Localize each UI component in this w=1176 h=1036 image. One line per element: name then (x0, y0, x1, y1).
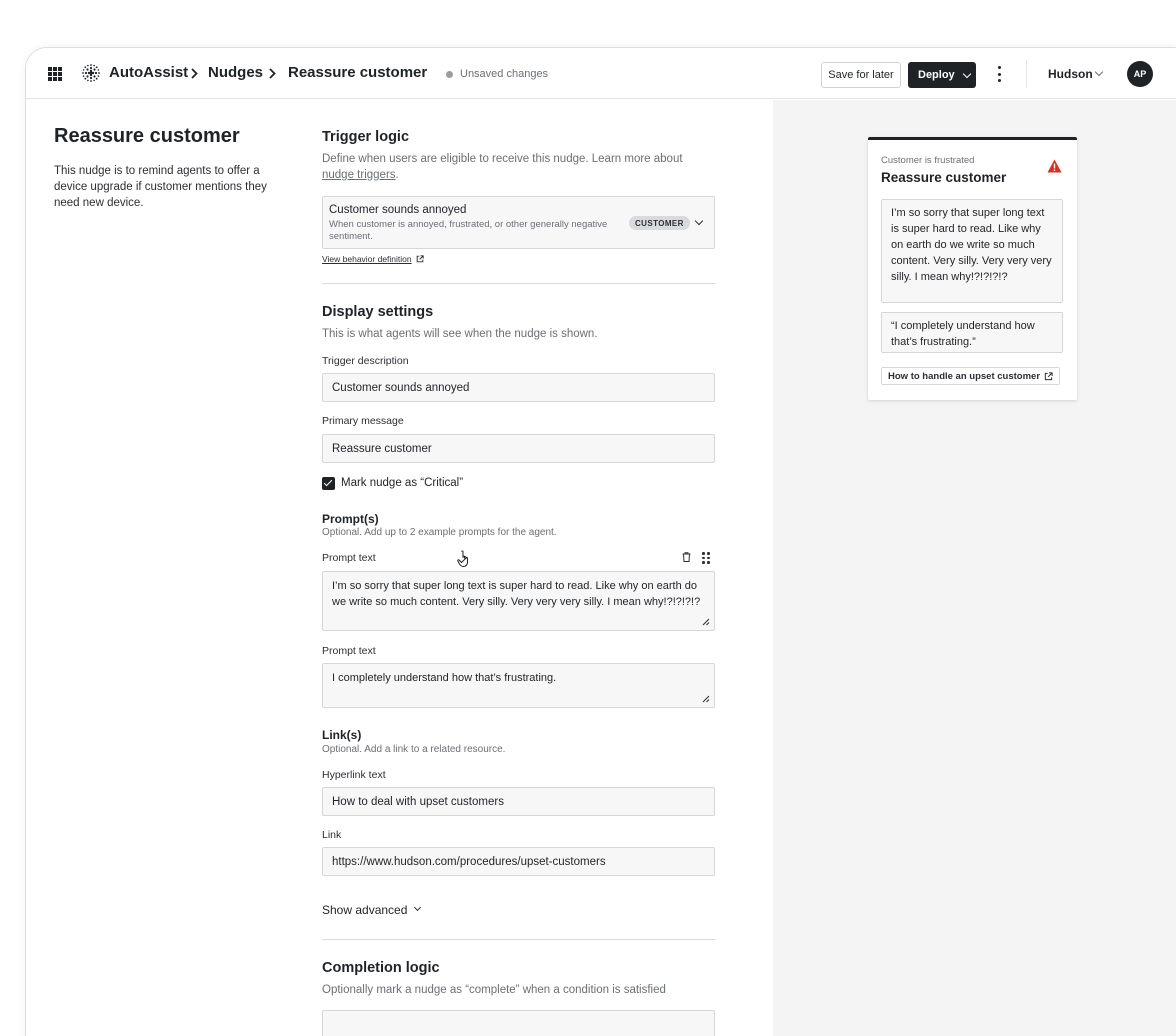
links-heading: Link(s) (322, 728, 362, 742)
card-resource-link-label: How to handle an upset customer (888, 370, 1041, 382)
critical-checkbox[interactable] (322, 477, 335, 490)
trash-icon[interactable] (682, 552, 691, 562)
primary-message-input[interactable]: Reassure customer (322, 434, 715, 463)
hyperlink-text-input[interactable]: How to deal with upset customers (322, 787, 715, 816)
resize-handle-icon[interactable] (702, 695, 710, 703)
prompt-textarea-1-value: I’m so sorry that super long text is sup… (332, 580, 701, 608)
hyperlink-text-label: Hyperlink text (322, 769, 386, 781)
breadcrumb-nudges[interactable]: Nudges (208, 64, 263, 81)
external-link-icon (416, 255, 424, 263)
trigger-description-label: Trigger description (322, 355, 409, 367)
app-grid-icon[interactable] (48, 67, 62, 81)
link-url-input[interactable]: https://www.hudson.com/procedures/upset-… (322, 847, 715, 876)
section-divider (322, 283, 715, 284)
save-for-later-button[interactable]: Save for later (821, 62, 901, 88)
chevron-right-icon (191, 68, 198, 79)
status-text: Unsaved changes (460, 68, 549, 80)
trigger-logic-description: Define when users are eligible to receiv… (322, 151, 712, 183)
card-prompt-2: “I completely understand how that’s frus… (881, 312, 1063, 353)
section-divider (322, 939, 715, 940)
resize-handle-icon[interactable] (702, 618, 710, 626)
app-window: AutoAssist Nudges Reassure customer Unsa… (25, 47, 1176, 1036)
chevron-down-icon[interactable] (413, 903, 422, 912)
trigger-logic-description-text: Define when users are eligible to receiv… (322, 153, 683, 165)
hand-cursor-icon (457, 550, 468, 568)
links-description: Optional. Add a link to a related resour… (322, 744, 506, 755)
page-description: This nudge is to remind agents to offer … (54, 165, 267, 209)
prompt-text-label: Prompt text (322, 645, 376, 657)
deploy-button[interactable]: Deploy (908, 62, 976, 88)
org-switcher[interactable]: Hudson (1048, 67, 1093, 81)
warning-icon (1047, 159, 1062, 173)
autoassist-logo-icon (82, 64, 100, 82)
avatar[interactable]: AP (1127, 61, 1153, 87)
card-resource-link[interactable]: How to handle an upset customer (881, 367, 1060, 385)
trigger-selected-title: Customer sounds annoyed (329, 204, 467, 216)
page-title: Reassure customer (54, 125, 240, 147)
brand-name[interactable]: AutoAssist (109, 64, 188, 81)
display-settings-description: This is what agents will see when the nu… (322, 328, 598, 340)
view-behavior-label: View behavior definition (322, 254, 412, 264)
trigger-description-input[interactable]: Customer sounds annoyed (322, 373, 715, 402)
customer-badge: CUSTOMER (629, 216, 690, 230)
nudge-preview-card: Customer is frustrated Reassure customer… (868, 137, 1077, 400)
breadcrumb-current: Reassure customer (288, 64, 428, 81)
top-bar: AutoAssist Nudges Reassure customer Unsa… (26, 48, 1176, 99)
completion-logic-heading: Completion logic (322, 960, 440, 976)
nudge-triggers-link[interactable]: nudge triggers (322, 169, 396, 181)
completion-logic-description: Optionally mark a nudge as “complete” wh… (322, 984, 666, 996)
divider (1026, 60, 1027, 88)
chevron-down-icon[interactable] (1094, 67, 1104, 77)
link-label: Link (322, 829, 342, 841)
trigger-logic-heading: Trigger logic (322, 129, 410, 145)
trigger-logic-description-end: . (395, 169, 399, 181)
more-options-icon[interactable] (996, 66, 1002, 82)
chevron-down-icon (962, 69, 971, 78)
status-dot (446, 71, 453, 78)
prompt-textarea-1[interactable]: I’m so sorry that super long text is sup… (322, 571, 715, 631)
show-advanced-toggle[interactable]: Show advanced (322, 903, 407, 917)
prompts-description: Optional. Add up to 2 example prompts fo… (322, 527, 557, 538)
primary-message-label: Primary message (322, 415, 404, 427)
prompt-textarea-2-value: I completely understand how that’s frust… (332, 672, 557, 684)
view-behavior-link[interactable]: View behavior definition (322, 254, 424, 264)
prompt-textarea-2[interactable]: I completely understand how that’s frust… (322, 663, 715, 708)
card-prompt-1: I’m so sorry that super long text is sup… (881, 199, 1063, 303)
trigger-selected-description: When customer is annoyed, frustrated, or… (329, 219, 608, 242)
prompts-heading: Prompt(s) (322, 512, 379, 526)
critical-checkbox-label[interactable]: Mark nudge as “Critical” (341, 477, 463, 489)
trigger-select[interactable]: Customer sounds annoyed When customer is… (322, 196, 715, 249)
chevron-right-icon (269, 68, 276, 79)
deploy-label: Deploy (918, 69, 955, 81)
chevron-down-icon[interactable] (694, 216, 704, 226)
display-settings-heading: Display settings (322, 304, 434, 320)
prompt-text-label: Prompt text (322, 552, 376, 564)
card-title: Reassure customer (881, 170, 1007, 185)
completion-logic-input[interactable] (322, 1010, 715, 1036)
external-link-icon (1044, 372, 1053, 381)
drag-handle-icon[interactable] (702, 552, 710, 564)
card-kicker: Customer is frustrated (881, 155, 975, 166)
